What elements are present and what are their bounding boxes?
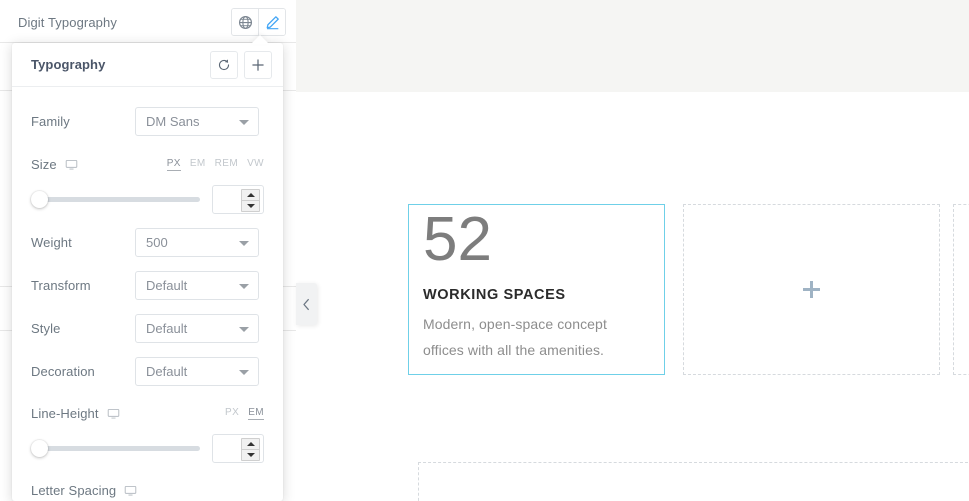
line-height-spinner[interactable] xyxy=(241,438,260,461)
unit-vw[interactable]: VW xyxy=(247,158,264,170)
unit-rem[interactable]: REM xyxy=(215,158,238,170)
selected-widget-card[interactable]: 52 WORKING SPACES Modern, open-space con… xyxy=(408,204,665,375)
chevron-down-icon xyxy=(239,283,249,289)
line-height-slider-track xyxy=(31,446,200,451)
field-decoration: Decoration Default xyxy=(31,357,264,386)
style-select[interactable]: Default xyxy=(135,314,259,343)
line-height-number-input[interactable] xyxy=(212,434,264,463)
field-letter-spacing-label: Letter Spacing xyxy=(31,482,117,498)
weight-select-value: 500 xyxy=(146,235,168,250)
popover-arrow xyxy=(251,35,269,44)
column-placeholder[interactable] xyxy=(953,204,969,375)
transform-select[interactable]: Default xyxy=(135,271,259,300)
plus-icon xyxy=(803,281,820,298)
weight-select[interactable]: 500 xyxy=(135,228,259,257)
chevron-down-icon xyxy=(239,240,249,246)
field-weight: Weight 500 xyxy=(31,228,264,257)
chevron-left-icon xyxy=(303,298,309,310)
digit-typography-label: Digit Typography xyxy=(18,14,117,30)
field-family: Family DM Sans xyxy=(31,107,264,136)
globe-icon[interactable] xyxy=(232,9,258,35)
size-slider[interactable] xyxy=(31,189,200,211)
field-transform: Transform Default xyxy=(31,271,264,300)
field-line-height-label: Line-Height xyxy=(31,405,99,421)
field-letter-spacing: Letter Spacing xyxy=(31,479,264,501)
size-spinner[interactable] xyxy=(241,189,260,212)
line-height-input-field xyxy=(213,435,243,462)
decoration-select-value: Default xyxy=(146,364,188,379)
unit-px[interactable]: PX xyxy=(166,158,181,171)
line-height-unit-switcher: PX EM xyxy=(225,407,264,420)
size-slider-knob[interactable] xyxy=(31,191,48,208)
decoration-select[interactable]: Default xyxy=(135,357,259,386)
size-spinner-down[interactable] xyxy=(242,200,259,211)
line-height-spinner-down[interactable] xyxy=(242,449,259,460)
add-widget-placeholder[interactable] xyxy=(683,204,940,375)
widget-description: Modern, open-space concept offices with … xyxy=(423,316,607,358)
field-size-label: Size xyxy=(31,156,57,172)
size-slider-track xyxy=(31,197,200,202)
style-select-value: Default xyxy=(146,321,188,336)
chevron-down-icon xyxy=(239,326,249,332)
line-height-spinner-up[interactable] xyxy=(242,439,259,449)
field-style: Style Default xyxy=(31,314,264,343)
widget-title: WORKING SPACES xyxy=(423,287,566,303)
desktop-device-icon[interactable] xyxy=(107,407,120,420)
field-line-height: Line-Height PX EM xyxy=(31,402,264,463)
size-number-input[interactable] xyxy=(212,185,264,214)
popover-title: Typography xyxy=(31,57,106,72)
popover-body: Family DM Sans Size PX EM REM VW Weight … xyxy=(12,87,283,501)
unit-px[interactable]: PX xyxy=(225,407,239,419)
pencil-icon[interactable] xyxy=(258,9,285,35)
reset-icon[interactable] xyxy=(210,50,238,79)
family-select-value: DM Sans xyxy=(146,114,200,129)
desktop-device-icon[interactable] xyxy=(65,158,78,171)
desktop-device-icon[interactable] xyxy=(124,484,137,497)
preview-canvas: 52 WORKING SPACES Modern, open-space con… xyxy=(296,0,969,501)
plus-icon[interactable] xyxy=(244,50,272,79)
field-weight-label: Weight xyxy=(31,235,72,250)
editor-window: Digit Typography Typography Family DM Sa… xyxy=(0,0,969,501)
transform-select-value: Default xyxy=(146,278,188,293)
size-input-field xyxy=(213,186,243,213)
field-style-label: Style xyxy=(31,321,61,336)
field-transform-label: Transform xyxy=(31,278,91,293)
chevron-down-icon xyxy=(239,119,249,125)
unit-em[interactable]: EM xyxy=(190,158,206,170)
unit-em[interactable]: EM xyxy=(248,407,264,420)
field-family-label: Family xyxy=(31,114,70,129)
size-spinner-up[interactable] xyxy=(242,190,259,200)
typography-popover: Typography Family DM Sans Size PX EM REM… xyxy=(12,43,283,501)
typography-toggle-group xyxy=(231,8,286,36)
size-unit-switcher: PX EM REM VW xyxy=(166,158,264,171)
widget-digit: 52 xyxy=(423,205,492,274)
line-height-slider-knob[interactable] xyxy=(31,440,48,457)
panel-collapse-handle[interactable] xyxy=(296,283,317,325)
canvas-top-band xyxy=(296,0,969,92)
family-select[interactable]: DM Sans xyxy=(135,107,259,136)
section-placeholder[interactable] xyxy=(418,462,969,501)
field-size: Size PX EM REM VW xyxy=(31,153,264,214)
chevron-down-icon xyxy=(239,369,249,375)
popover-header: Typography xyxy=(12,43,283,87)
line-height-slider[interactable] xyxy=(31,438,200,460)
field-decoration-label: Decoration xyxy=(31,364,95,379)
